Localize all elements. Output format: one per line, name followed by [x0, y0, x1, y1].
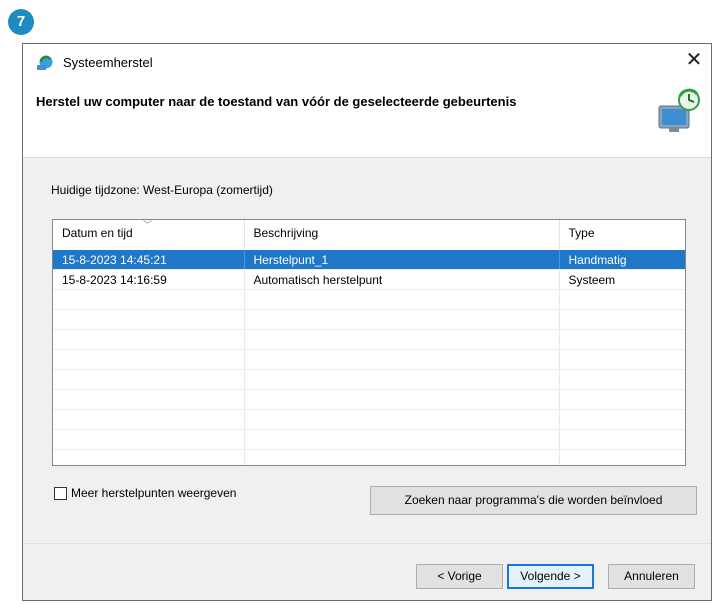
column-header-type[interactable]: Type — [559, 220, 685, 250]
empty-row — [53, 349, 685, 370]
scan-affected-programs-button[interactable]: Zoeken naar programma's die worden beïnv… — [370, 486, 697, 515]
empty-row — [53, 309, 685, 330]
empty-row — [53, 409, 685, 430]
column-header-description[interactable]: Beschrijving — [244, 220, 560, 250]
empty-row — [53, 369, 685, 390]
dialog-header: Systeemherstel ✕ Herstel uw computer naa… — [23, 44, 711, 158]
row-date: 15-8-2023 14:16:59 — [53, 269, 245, 290]
empty-row — [53, 449, 685, 465]
system-restore-icon — [36, 54, 54, 72]
restore-monitor-icon — [653, 86, 703, 136]
empty-row — [53, 389, 685, 410]
show-more-label: Meer herstelpunten weergeven — [71, 486, 237, 500]
back-button[interactable]: < Vorige — [416, 564, 503, 589]
empty-row — [53, 329, 685, 350]
table-row[interactable]: 15-8-2023 14:45:21 Herstelpunt_1 Handmat… — [53, 250, 685, 270]
window-title: Systeemherstel — [63, 55, 153, 70]
page-heading: Herstel uw computer naar de toestand van… — [36, 94, 517, 109]
row-description: Automatisch herstelpunt — [244, 269, 560, 290]
row-type: Systeem — [559, 269, 685, 290]
next-button[interactable]: Volgende > — [507, 564, 594, 589]
sort-arrow-icon: ﹀ — [143, 220, 153, 230]
timezone-label: Huidige tijdzone: West-Europa (zomertijd… — [51, 183, 273, 197]
empty-row — [53, 429, 685, 450]
footer-divider — [23, 543, 711, 544]
row-description: Herstelpunt_1 — [244, 250, 560, 270]
row-type: Handmatig — [559, 250, 685, 270]
restore-point-list[interactable]: ﹀ Datum en tijd Beschrijving Type 15-8-2… — [52, 219, 686, 466]
column-header-date[interactable]: ﹀ Datum en tijd — [53, 220, 245, 250]
step-badge: 7 — [8, 9, 34, 35]
checkbox-icon[interactable] — [54, 486, 67, 500]
system-restore-dialog: Systeemherstel ✕ Herstel uw computer naa… — [22, 43, 712, 601]
empty-row — [53, 289, 685, 310]
cancel-button[interactable]: Annuleren — [608, 564, 695, 589]
show-more-checkbox[interactable]: Meer herstelpunten weergeven — [54, 486, 236, 500]
row-date: 15-8-2023 14:45:21 — [53, 250, 245, 270]
table-row[interactable]: 15-8-2023 14:16:59 Automatisch herstelpu… — [53, 269, 685, 290]
close-icon[interactable]: ✕ — [683, 48, 705, 70]
